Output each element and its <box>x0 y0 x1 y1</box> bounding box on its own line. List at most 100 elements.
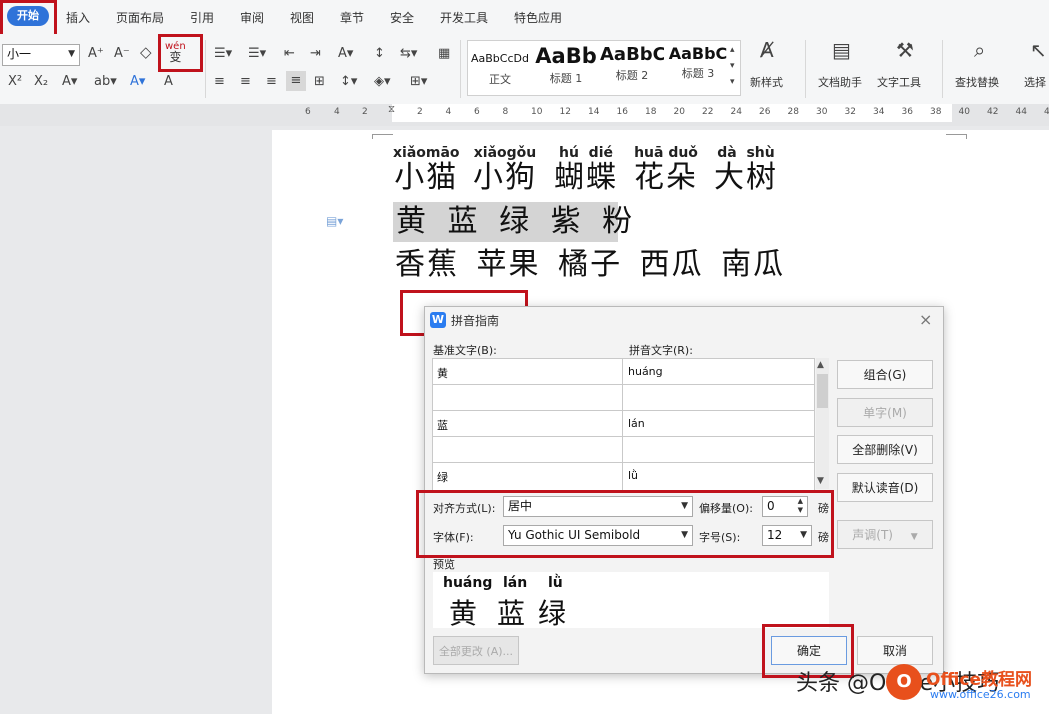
grid-row-line <box>433 436 814 437</box>
combine-button[interactable]: 组合(G) <box>837 360 933 389</box>
default-reading-button[interactable]: 默认读音(D) <box>837 473 933 502</box>
menu-insert[interactable]: 插入 <box>66 9 90 26</box>
style-normal[interactable]: AaBbCcDd 正文 <box>468 44 532 88</box>
document-assistant-label[interactable]: 文档助手 <box>818 74 862 90</box>
grid-scrollbar[interactable]: ▲ ▼ <box>816 358 829 489</box>
style-heading-3[interactable]: AaBbC 标题 3 <box>666 44 730 88</box>
ruler-tick: 2 <box>417 107 423 117</box>
ruler-tick: 20 <box>674 107 685 117</box>
wrench-icon[interactable]: ⚒ <box>896 42 914 58</box>
cursor-icon[interactable]: ↖ <box>1030 42 1047 58</box>
tone-label: 声调(T) <box>852 528 893 542</box>
pinyin-text-cell[interactable]: lǜ <box>628 469 638 482</box>
justify-icon[interactable]: ≡ <box>286 71 306 91</box>
scroll-up-icon[interactable]: ▲ <box>817 360 824 370</box>
selected-line[interactable]: 黄 蓝 绿 紫 粉 <box>393 202 618 242</box>
ruler-tick: 42 <box>987 107 998 117</box>
menu-special[interactable]: 特色应用 <box>514 9 562 26</box>
document-assistant-icon[interactable]: ▤ <box>832 42 851 58</box>
base-text-cell[interactable]: 蓝 <box>437 417 448 433</box>
tone-button[interactable]: 声调(T) ▼ <box>837 520 933 549</box>
number-list-icon[interactable]: ☰▾ <box>248 46 266 62</box>
font-color-icon[interactable]: A▾ <box>130 74 145 90</box>
style-name: 标题 2 <box>600 67 664 83</box>
pinyin-word[interactable]: dà shù大树 <box>714 145 778 195</box>
preview-pinyin: huáng <box>443 575 492 591</box>
menu-view[interactable]: 视图 <box>290 9 314 26</box>
pinyin-word[interactable]: xiǎomāo小猫 <box>393 145 460 195</box>
pinyin-word[interactable]: hú dié蝴蝶 <box>554 145 618 195</box>
menu-review[interactable]: 审阅 <box>240 9 264 26</box>
pinyin-annotation: xiǎomāo <box>393 145 460 161</box>
distribute-icon[interactable]: ⊞ <box>314 74 325 90</box>
subscript-icon[interactable]: X₂ <box>34 74 48 90</box>
decrease-indent-icon[interactable]: ⇤ <box>284 46 295 62</box>
select-label[interactable]: 选择 <box>1024 74 1046 90</box>
align-left-icon[interactable]: ≡ <box>214 74 225 90</box>
cancel-button[interactable]: 取消 <box>857 636 933 665</box>
hanzi-word: 蝴蝶 <box>554 161 618 195</box>
scroll-down-icon[interactable]: ▼ <box>817 476 824 486</box>
grid-row-line <box>433 410 814 411</box>
pinyin-grid: 黄 huáng 蓝 lán 绿 lǜ <box>432 358 815 491</box>
preview-hanzi: 蓝 <box>497 592 525 632</box>
new-style-label[interactable]: 新样式 <box>750 74 783 90</box>
hanzi-word: 小猫 <box>393 161 460 195</box>
char-shading-icon[interactable]: A <box>164 74 173 90</box>
gallery-scroll-icon[interactable]: ▴▾▾ <box>730 42 735 90</box>
show-marks-icon[interactable]: ▦ <box>438 46 450 62</box>
superscript-icon[interactable]: X² <box>8 74 22 90</box>
grid-row-line <box>433 384 814 385</box>
text-tools-label[interactable]: 文字工具 <box>877 74 921 90</box>
menu-chapter[interactable]: 章节 <box>340 9 364 26</box>
increase-indent-icon[interactable]: ⇥ <box>310 46 321 62</box>
sort-icon[interactable]: ↕ <box>374 46 385 62</box>
shading-icon[interactable]: ◈▾ <box>374 74 391 90</box>
single-char-button[interactable]: 单字(M) <box>837 398 933 427</box>
site-name: Office教程网 <box>926 665 1032 690</box>
font-grow-icon[interactable]: A⁺ <box>88 46 104 62</box>
ruler-tick: 36 <box>902 107 913 117</box>
align-right-icon[interactable]: ≡ <box>266 74 277 90</box>
pinyin-word[interactable]: huā duǒ花朵 <box>634 145 698 195</box>
style-heading-2[interactable]: AaBbC 标题 2 <box>600 44 664 88</box>
line-spacing-icon[interactable]: ↕▾ <box>340 74 357 90</box>
borders-icon[interactable]: ⊞▾ <box>410 74 427 90</box>
highlight-align-font <box>416 490 834 558</box>
clear-all-button[interactable]: 全部删除(V) <box>837 435 933 464</box>
menu-security[interactable]: 安全 <box>390 9 414 26</box>
close-icon[interactable]: × <box>919 310 932 329</box>
line-break-icon[interactable]: ⇆▾ <box>400 46 417 62</box>
preview-label: 预览 <box>433 556 455 572</box>
menu-page-layout[interactable]: 页面布局 <box>116 9 164 26</box>
base-text-cell[interactable]: 绿 <box>437 469 448 485</box>
paragraph-handle-icon[interactable]: ▤▾ <box>326 214 343 228</box>
scroll-thumb[interactable] <box>817 374 828 408</box>
style-heading-1[interactable]: AaBb 标题 1 <box>534 44 598 88</box>
new-style-icon[interactable]: Ⱥ <box>760 42 774 58</box>
ruler-tick: 30 <box>816 107 827 117</box>
dialog-title: 拼音指南 <box>451 312 499 329</box>
change-all-button[interactable]: 全部更改 (A)... <box>433 636 519 665</box>
base-text-cell[interactable]: 黄 <box>437 365 448 381</box>
search-icon[interactable]: ⌕ <box>974 42 985 58</box>
pinyin-text-cell[interactable]: lán <box>628 417 645 430</box>
text-direction-icon[interactable]: A▾ <box>338 46 353 62</box>
hanzi-word: 花朵 <box>634 161 698 195</box>
find-replace-label[interactable]: 查找替换 <box>955 74 999 90</box>
font-shrink-icon[interactable]: A⁻ <box>114 46 130 62</box>
eraser-icon[interactable]: ◇ <box>140 44 152 60</box>
ruler-tick: 8 <box>503 107 509 117</box>
indent-marker-icon[interactable]: ⧖ <box>388 104 395 115</box>
bullet-list-icon[interactable]: ☰▾ <box>214 46 232 62</box>
menu-developer[interactable]: 开发工具 <box>440 9 488 26</box>
highlight-color-icon[interactable]: ab▾ <box>94 74 117 90</box>
menu-references[interactable]: 引用 <box>190 9 214 26</box>
pinyin-word[interactable]: xiǎogǒu小狗 <box>473 145 537 195</box>
font-size-combo[interactable]: 小一 ▼ <box>2 44 80 66</box>
preview-hanzi: 黄 <box>449 592 477 632</box>
text-effect-icon[interactable]: A▾ <box>62 74 77 90</box>
align-center-icon[interactable]: ≡ <box>240 74 251 90</box>
pinyin-text-cell[interactable]: huáng <box>628 365 663 378</box>
ruler-tick: 34 <box>873 107 884 117</box>
